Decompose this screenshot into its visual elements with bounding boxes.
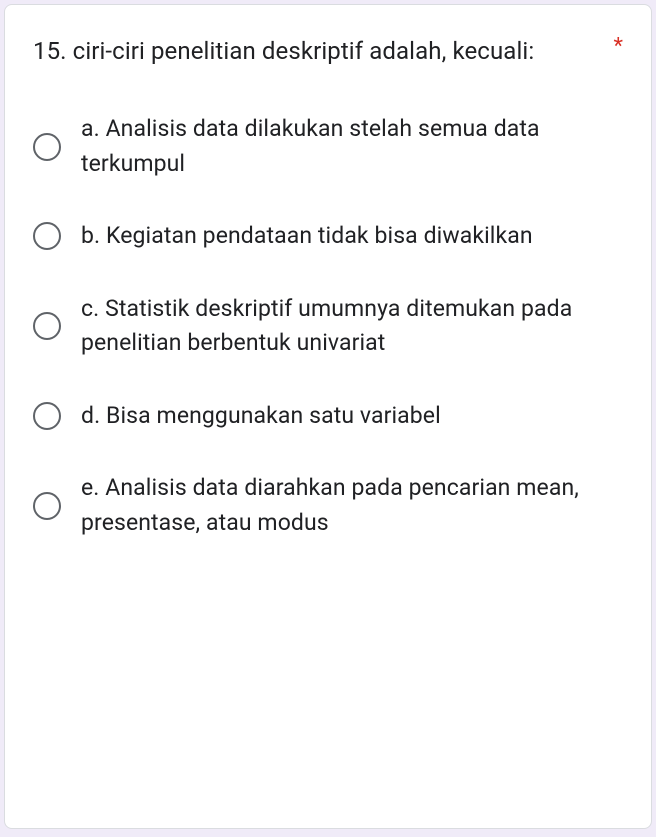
option-b[interactable]: b. Kegiatan pendataan tidak bisa diwakil… <box>33 219 623 254</box>
radio-icon <box>33 222 61 250</box>
option-c[interactable]: c. Statistik deskriptif umumnya ditemuka… <box>33 292 623 361</box>
radio-icon <box>33 312 61 340</box>
required-asterisk: * <box>614 33 623 62</box>
radio-icon <box>33 402 61 430</box>
option-a[interactable]: a. Analisis data dilakukan stelah semua … <box>33 112 623 181</box>
options-container: a. Analisis data dilakukan stelah semua … <box>33 112 623 540</box>
option-label: a. Analisis data dilakukan stelah semua … <box>81 112 623 181</box>
radio-icon <box>33 492 61 520</box>
option-label: e. Analisis data diarahkan pada pencaria… <box>81 471 623 540</box>
question-header: 15. ciri-ciri penelitian deskriptif adal… <box>33 33 623 70</box>
question-text: 15. ciri-ciri penelitian deskriptif adal… <box>33 33 602 70</box>
radio-icon <box>33 133 61 161</box>
option-d[interactable]: d. Bisa menggunakan satu variabel <box>33 399 623 434</box>
question-card: 15. ciri-ciri penelitian deskriptif adal… <box>4 4 652 829</box>
option-label: d. Bisa menggunakan satu variabel <box>81 399 441 434</box>
option-label: b. Kegiatan pendataan tidak bisa diwakil… <box>81 219 533 254</box>
option-label: c. Statistik deskriptif umumnya ditemuka… <box>81 292 623 361</box>
option-e[interactable]: e. Analisis data diarahkan pada pencaria… <box>33 471 623 540</box>
